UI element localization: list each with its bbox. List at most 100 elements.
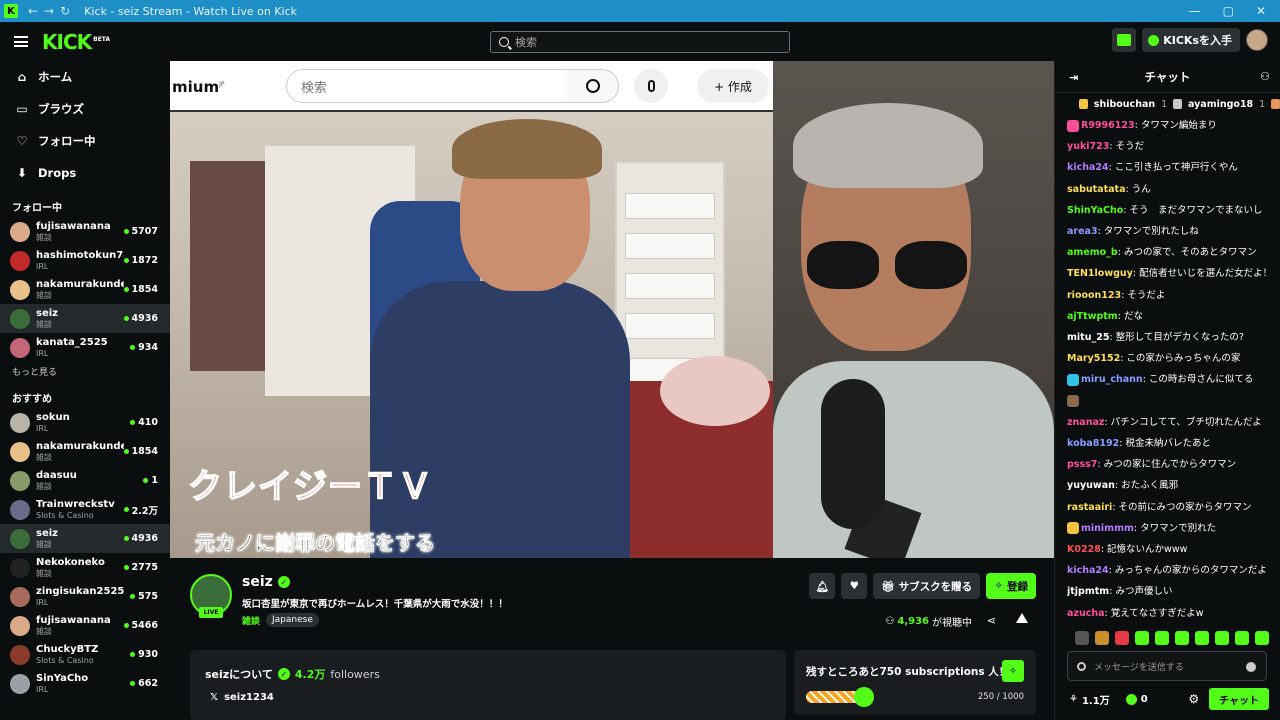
chat-username[interactable]: mitu_25: [1067, 332, 1109, 343]
maximize-icon[interactable]: ▢: [1223, 4, 1234, 18]
chat-username[interactable]: riooon123: [1067, 290, 1121, 301]
sidebar-channel-item[interactable]: zingisukan2525 IRL 575: [0, 582, 170, 611]
chat-message: riooon123: そうだよ: [1067, 289, 1166, 301]
chat-username[interactable]: minimmm: [1081, 523, 1134, 534]
sidebar-channel-item[interactable]: fujisawanana 雑談 5707: [0, 217, 170, 246]
microphone: [821, 379, 885, 529]
chat-text: ここ引き払って神戸行くやん: [1114, 162, 1238, 174]
chat-message: yuki723: そうだ: [1067, 141, 1145, 153]
chat-username[interactable]: rastaairi: [1067, 502, 1112, 513]
heart-icon: ♥: [849, 580, 860, 592]
chat-username[interactable]: amemo_b: [1067, 247, 1118, 258]
browser-nav-buttons[interactable]: ←→↻: [28, 4, 76, 18]
channel-category: Slots & Casino: [36, 510, 94, 520]
kicks-gift-icon: [1117, 34, 1132, 46]
followers-count: 4.2万: [294, 668, 326, 681]
sidebar-nav-item[interactable]: ♡ フォロー中: [0, 125, 170, 157]
chat-users-icon[interactable]: ⚇: [1260, 70, 1270, 83]
recommended-section-title: おすすめ: [12, 393, 52, 405]
language-tag[interactable]: Japanese: [266, 613, 319, 627]
chat-message-input[interactable]: メッセージを送信する: [1067, 651, 1267, 681]
sub-goal-subscribe-button[interactable]: ✧: [1002, 660, 1024, 682]
chat-username[interactable]: koba8192: [1067, 438, 1119, 449]
sidebar-channel-item[interactable]: daasuu 雑談 1: [0, 466, 170, 495]
gear-icon[interactable]: ⚙: [1188, 692, 1199, 706]
channel-name: ChuckyBTZ: [36, 643, 99, 655]
sub-goal-progress-text: 250 / 1000: [977, 692, 1024, 702]
x-icon: 𝕏: [210, 692, 219, 703]
sidebar-channel-item[interactable]: hashimotokun78 IRL 1872: [0, 246, 170, 275]
chat-username[interactable]: psss7: [1067, 459, 1097, 470]
video-player[interactable]: miumJP 検索 + 作成 クレイジーＴＶ 元カノに謝罪の電話をする: [170, 61, 1054, 558]
nav-icon: ⬇: [16, 166, 28, 180]
chat-username[interactable]: TEN1lowguy: [1067, 268, 1133, 279]
minimize-icon[interactable]: —: [1189, 4, 1201, 18]
collapse-chat-icon[interactable]: ⇥: [1069, 71, 1078, 84]
chat-username[interactable]: Mary5152: [1067, 353, 1120, 364]
chat-username[interactable]: R9996123: [1081, 120, 1135, 131]
category-tag[interactable]: 雑談: [242, 614, 260, 627]
chat-username[interactable]: jtjpmtm: [1067, 586, 1109, 597]
chat-username[interactable]: azucha: [1067, 608, 1105, 619]
channel-avatar: [10, 673, 30, 694]
search-input[interactable]: 検索: [490, 31, 790, 53]
user-avatar[interactable]: [1246, 29, 1268, 51]
sidebar-channel-item[interactable]: seiz 雑談 4936: [0, 304, 170, 333]
yt-search-field: 検索: [286, 69, 568, 103]
notification-bell-button[interactable]: 🔔︎: [809, 573, 836, 599]
channel-viewers: 2.2万: [124, 503, 158, 517]
x-social-link[interactable]: 𝕏seiz1234: [210, 692, 274, 703]
chat-username[interactable]: ShinYaCho: [1067, 205, 1123, 216]
subscribe-button[interactable]: ✧ 登録: [986, 573, 1036, 599]
channel-viewers: 1854: [124, 446, 158, 457]
emote-bar[interactable]: [1075, 631, 1269, 645]
kick-logo[interactable]: KICK BETA: [42, 30, 110, 54]
video-right-frame: [773, 61, 1054, 558]
chat-username[interactable]: yuyuwan: [1067, 480, 1115, 491]
report-icon[interactable]: [1016, 613, 1028, 623]
chat-username[interactable]: K0228: [1067, 544, 1101, 555]
follow-heart-button[interactable]: ♥: [841, 573, 868, 599]
sidebar-channel-item[interactable]: seiz 雑談 4936: [0, 524, 170, 553]
chat-username[interactable]: kicha24: [1067, 162, 1109, 173]
sidebar-channel-item[interactable]: SinYaCho IRL 662: [0, 669, 170, 698]
close-icon[interactable]: ✕: [1256, 4, 1266, 18]
channel-avatar: [10, 470, 30, 491]
sidebar-channel-item[interactable]: nakamurakundesu雑談 1854: [0, 275, 170, 304]
channel-avatar: [10, 441, 30, 462]
channel-category: 雑談: [36, 319, 52, 329]
streamer-name[interactable]: seiz ✓: [242, 574, 290, 590]
chat-username[interactable]: kicha24: [1067, 565, 1109, 576]
emote-picker-icon[interactable]: [1077, 662, 1086, 671]
chat-username[interactable]: yuki723: [1067, 141, 1109, 152]
sidebar-channel-item[interactable]: nakamurakundesu雑談 1854: [0, 437, 170, 466]
youtube-overlay-bar: miumJP 検索 + 作成: [170, 61, 773, 112]
sidebar-channel-item[interactable]: sokun IRL 410: [0, 408, 170, 437]
sidebar-channel-item[interactable]: ChuckyBTZ Slots & Casino 930: [0, 640, 170, 669]
chat-username[interactable]: sabutatata: [1067, 184, 1125, 195]
chat-message: area3: タワマンで別れたしね: [1067, 226, 1199, 238]
chat-message: TEN1lowguy: 配信者せいじを選んだ女だよ！: [1067, 268, 1272, 280]
chat-text: みつの家に住んでからタワマン: [1103, 459, 1237, 471]
share-icon[interactable]: ⋖: [987, 614, 996, 627]
sidebar-nav-item[interactable]: ⬇ Drops: [0, 157, 170, 189]
sparkle-icon: ✧: [994, 580, 1003, 592]
chat-username[interactable]: ajTtwptm: [1067, 311, 1118, 322]
chat-username[interactable]: znanaz: [1067, 417, 1104, 428]
bell-icon: 🔔︎: [815, 580, 830, 593]
menu-icon[interactable]: [14, 36, 28, 47]
sidebar-channel-item[interactable]: Trainwreckstv Slots & Casino 2.2万: [0, 495, 170, 524]
kicks-store-button[interactable]: [1112, 28, 1137, 52]
show-more-link[interactable]: もっと見る: [0, 362, 170, 380]
sidebar-channel-item[interactable]: kanata_2525 IRL 934: [0, 333, 170, 362]
sidebar-nav-item[interactable]: ▭ ブラウズ: [0, 93, 170, 125]
gift-subscription-button[interactable]: 🎁︎ サブスクを贈る: [873, 573, 981, 599]
chat-username[interactable]: miru_chann: [1081, 374, 1143, 385]
sidebar-channel-item[interactable]: Nekokoneko 雑談 2775: [0, 553, 170, 582]
smile-icon[interactable]: [1246, 662, 1256, 672]
sidebar-nav-item[interactable]: ⌂ ホーム: [0, 61, 170, 93]
chat-username[interactable]: area3: [1067, 226, 1098, 237]
sidebar-channel-item[interactable]: fujisawanana 雑談 5466: [0, 611, 170, 640]
chat-send-button[interactable]: チャット: [1209, 688, 1269, 710]
get-kicks-button[interactable]: KICKsを入手: [1142, 28, 1240, 52]
